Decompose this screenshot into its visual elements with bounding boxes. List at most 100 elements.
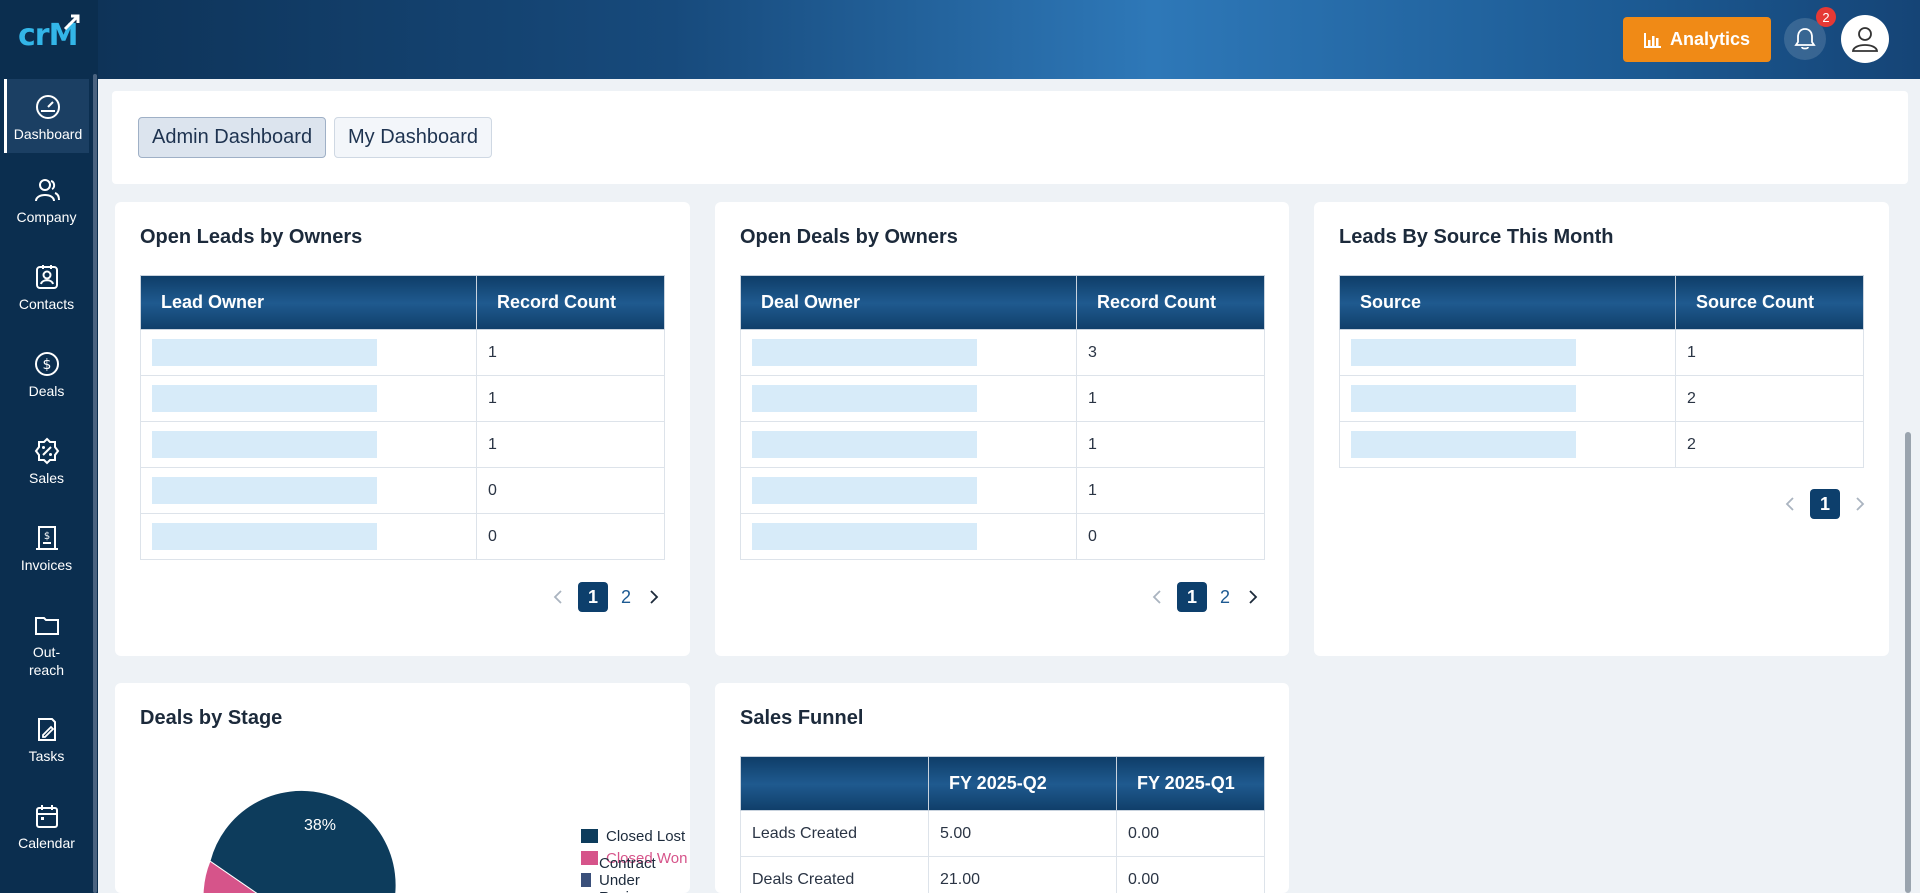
record-count: 3 — [1076, 329, 1265, 376]
table-row[interactable]: 1 — [740, 421, 1265, 468]
sidebar-item-invoices[interactable]: $ Invoices — [4, 524, 89, 574]
open-leads-card: Open Leads by Owners Lead Owner Record C… — [115, 202, 690, 656]
sidebar-item-company[interactable]: Company — [4, 176, 89, 226]
table-row[interactable]: 0 — [740, 513, 1265, 560]
dashboard-tabs-bar: Admin Dashboard My Dashboard — [112, 91, 1908, 184]
column-header[interactable]: FY 2025-Q1 — [1116, 756, 1265, 811]
owner-name-placeholder — [752, 339, 977, 366]
logo[interactable]: crM — [0, 0, 98, 79]
column-header[interactable]: Lead Owner — [140, 275, 477, 330]
metric-value: 21.00 — [928, 856, 1117, 893]
tab-my-dashboard[interactable]: My Dashboard — [334, 117, 493, 158]
deals-stage-pie: 38% — [202, 789, 397, 893]
legend-swatch — [581, 873, 591, 887]
page-2-button[interactable]: 2 — [618, 582, 634, 612]
sidebar-item-tasks[interactable]: Tasks — [4, 715, 89, 765]
table-row[interactable]: 0 — [140, 467, 665, 514]
owner-name-placeholder — [152, 431, 377, 458]
sidebar-item-outreach[interactable]: Out- reach — [4, 611, 89, 679]
record-count: 0 — [476, 513, 665, 560]
metric-value: 0.00 — [1116, 810, 1265, 857]
table-row[interactable]: 1 — [140, 421, 665, 468]
source-name-placeholder — [1351, 339, 1576, 366]
pie-label: 38% — [304, 817, 336, 834]
column-header[interactable]: Record Count — [476, 275, 665, 330]
table-row[interactable]: 2 — [1339, 421, 1864, 468]
record-count: 0 — [1076, 513, 1265, 560]
analytics-button[interactable]: Analytics — [1623, 17, 1771, 62]
chart-legend: Closed Lost Closed Won Contract Under Re… — [581, 825, 690, 893]
next-page-icon[interactable] — [1243, 587, 1263, 607]
page-2-button[interactable]: 2 — [1217, 582, 1233, 612]
column-header[interactable]: Deal Owner — [740, 275, 1077, 330]
column-header[interactable]: Source — [1339, 275, 1676, 330]
table-row[interactable]: 2 — [1339, 375, 1864, 422]
prev-page-icon[interactable] — [1780, 494, 1800, 514]
sidebar-item-label: Company — [16, 209, 77, 225]
sales-funnel-table: FY 2025-Q2 FY 2025-Q1 Leads Created 5.00… — [740, 756, 1265, 893]
legend-label: Contract Under Review — [598, 854, 656, 893]
deals-by-stage-card: Deals by Stage 38% Closed Lost Closed Wo… — [115, 683, 690, 893]
user-icon — [1851, 27, 1879, 52]
next-page-icon[interactable] — [1850, 494, 1870, 514]
pagination: 1 — [1780, 489, 1870, 519]
analytics-label: Analytics — [1669, 29, 1751, 49]
bell-icon — [1794, 28, 1816, 50]
owner-name-placeholder — [752, 385, 977, 412]
owner-name-placeholder — [752, 431, 977, 458]
sidebar-item-sales[interactable]: Sales — [4, 437, 89, 487]
sidebar-item-label: Sales — [28, 470, 65, 486]
sidebar-item-contacts[interactable]: Contacts — [4, 263, 89, 313]
users-icon — [34, 179, 60, 202]
record-count: 0 — [476, 467, 665, 514]
sidebar-item-label: Out- — [32, 644, 61, 660]
source-name-placeholder — [1351, 431, 1576, 458]
source-count: 2 — [1675, 421, 1864, 468]
page-1-button[interactable]: 1 — [1810, 489, 1840, 519]
sidebar-scrollbar[interactable] — [93, 74, 97, 893]
sidebar-item-calendar[interactable]: Calendar — [4, 802, 89, 852]
card-title: Open Leads by Owners — [140, 226, 363, 248]
invoice-icon: $ — [35, 526, 58, 550]
table-row[interactable]: Deals Created 21.00 0.00 — [740, 856, 1265, 893]
table-row[interactable]: 3 — [740, 329, 1265, 376]
main-scrollbar[interactable] — [1905, 432, 1911, 893]
table-row[interactable]: Leads Created 5.00 0.00 — [740, 810, 1265, 857]
table-row[interactable]: 1 — [140, 329, 665, 376]
owner-name-placeholder — [152, 385, 377, 412]
card-title: Leads By Source This Month — [1339, 226, 1614, 248]
source-count: 1 — [1675, 329, 1864, 376]
column-header[interactable]: Record Count — [1076, 275, 1265, 330]
sidebar-item-dashboard[interactable]: Dashboard — [4, 79, 89, 153]
legend-swatch — [581, 851, 598, 865]
metric-value: 0.00 — [1116, 856, 1265, 893]
sidebar-item-deals[interactable]: $ Deals — [4, 350, 89, 400]
legend-label: Closed Lost — [606, 827, 686, 845]
deals-owners-table: Deal Owner Record Count 3 1 1 1 0 — [740, 275, 1265, 560]
sidebar-item-label: Dashboard — [13, 126, 83, 142]
prev-page-icon[interactable] — [548, 587, 568, 607]
percent-badge-icon — [34, 437, 59, 465]
prev-page-icon[interactable] — [1147, 587, 1167, 607]
page-1-button[interactable]: 1 — [1177, 582, 1207, 612]
card-title: Open Deals by Owners — [740, 226, 958, 248]
table-row[interactable]: 1 — [740, 375, 1265, 422]
gauge-icon — [36, 95, 60, 119]
card-title: Sales Funnel — [740, 707, 864, 729]
user-avatar[interactable] — [1841, 15, 1889, 63]
table-row[interactable]: 1 — [140, 375, 665, 422]
tab-admin-dashboard[interactable]: Admin Dashboard — [138, 117, 327, 158]
table-row[interactable]: 1 — [740, 467, 1265, 514]
column-header[interactable]: Source Count — [1675, 275, 1864, 330]
legend-item[interactable]: Contract Under Review — [581, 855, 690, 893]
table-row[interactable]: 0 — [140, 513, 665, 560]
legend-item[interactable]: Closed Lost — [581, 825, 690, 847]
page-1-button[interactable]: 1 — [578, 582, 608, 612]
next-page-icon[interactable] — [644, 587, 664, 607]
column-header[interactable]: FY 2025-Q2 — [928, 756, 1117, 811]
record-count: 1 — [1076, 375, 1265, 422]
record-count: 1 — [1076, 421, 1265, 468]
svg-text:$: $ — [42, 357, 51, 373]
table-row[interactable]: 1 — [1339, 329, 1864, 376]
sidebar-item-label: Contacts — [18, 296, 75, 312]
